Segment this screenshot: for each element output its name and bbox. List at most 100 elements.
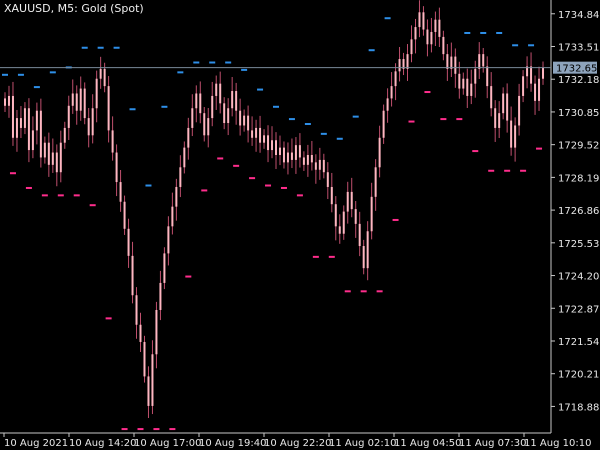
candle-body [15, 118, 18, 138]
candles [4, 0, 545, 418]
candle-body [247, 115, 250, 131]
candle-body [267, 135, 270, 151]
candle-body [239, 110, 242, 126]
candle-body [538, 78, 541, 101]
pink-dot [57, 194, 64, 197]
pink-dot [392, 218, 399, 221]
blue-dot [193, 61, 200, 64]
blue-dot [352, 115, 359, 118]
candle-body [418, 12, 421, 28]
candle-body [474, 68, 477, 84]
candle-body [231, 91, 234, 109]
blue-dot [480, 31, 487, 34]
candle-body [163, 253, 166, 283]
candle-body [7, 95, 10, 106]
candle-body [227, 108, 230, 124]
blue-dot [129, 108, 136, 111]
pink-dot [440, 118, 447, 121]
pink-dot [233, 164, 240, 167]
candle-body [143, 341, 146, 377]
pink-dot [185, 275, 192, 278]
candle-body [11, 95, 14, 138]
pink-dot [217, 157, 224, 160]
blue-dot [17, 73, 24, 76]
pink-dot [121, 428, 128, 431]
candle-body [434, 19, 437, 32]
candle-body [251, 130, 254, 138]
candle-body [203, 113, 206, 136]
chart: XAUUSD, M5: Gold (Spot) 1734.84 1733.51 17… [0, 0, 600, 450]
y-tick-label: 1733.51 [558, 42, 599, 53]
candle-body [151, 354, 154, 406]
pink-dot [424, 91, 431, 94]
candle-body [67, 105, 70, 128]
candle-body [107, 86, 110, 131]
candle-body [99, 68, 102, 79]
candle-body [370, 196, 373, 232]
candle-body [382, 110, 385, 138]
pink-dot [520, 169, 527, 172]
candle-body [147, 376, 150, 406]
candle-body [87, 118, 90, 136]
candle-body [211, 95, 214, 119]
candle-body [298, 145, 301, 158]
candle-body [542, 67, 545, 79]
blue-dot [2, 73, 8, 76]
candle-body [223, 103, 226, 124]
blue-dot [512, 44, 519, 47]
candle-body [338, 226, 341, 234]
candle-body [410, 39, 413, 55]
candle-body [398, 59, 401, 72]
y-tick-label: 1725.53 [558, 239, 599, 250]
price-chart-svg: 1734.84 1733.51 1732.18 1730.85 1729.52 1728.… [0, 0, 599, 449]
pink-dot [249, 177, 256, 180]
blue-dot [288, 118, 295, 121]
candle-body [191, 108, 194, 128]
y-tick-label: 1732.18 [558, 75, 599, 86]
candle-body [47, 142, 50, 165]
blue-dot [81, 46, 88, 49]
candle-body [275, 140, 277, 155]
blue-dot [225, 61, 232, 64]
candle-body [27, 108, 30, 151]
blue-dot [273, 105, 279, 108]
candle-body [115, 152, 118, 183]
candle-body [354, 209, 357, 224]
candle-body [139, 324, 142, 342]
candle-body [35, 110, 38, 131]
candle-body [334, 204, 337, 227]
candle-body [302, 157, 305, 165]
pink-dot [472, 150, 479, 153]
candle-body [199, 93, 202, 114]
y-tick-label: 1720.21 [558, 370, 599, 381]
candle-body [243, 115, 246, 126]
blue-dot [384, 17, 391, 20]
candle-body [470, 83, 473, 96]
candle-body [219, 83, 222, 104]
x-tick-label: 11 Aug 02:10 [329, 438, 396, 449]
candle-body [362, 246, 365, 269]
candle-body [326, 172, 329, 187]
y-tick-label: 1729.52 [558, 141, 599, 152]
candle-body [378, 137, 381, 168]
candle-body [135, 295, 138, 325]
candle-body [259, 127, 262, 143]
blue-dot [257, 88, 264, 91]
candle-body [187, 127, 190, 148]
pink-dot [153, 428, 160, 431]
candle-body [490, 86, 493, 109]
blue-dot [336, 137, 343, 140]
candle-body [406, 54, 409, 69]
x-tick-label: 10 Aug 2021 [4, 438, 68, 449]
candle-body [75, 93, 78, 111]
blue-dot [464, 31, 471, 34]
pink-dot [456, 118, 463, 121]
y-tick-label: 1718.88 [558, 402, 599, 413]
candle-body [450, 56, 453, 69]
candle-body [171, 206, 174, 227]
blue-dot [320, 132, 327, 135]
blue-dot [161, 105, 168, 108]
candle-body [167, 226, 170, 254]
candle-body [31, 130, 34, 151]
candle-body [518, 95, 521, 126]
